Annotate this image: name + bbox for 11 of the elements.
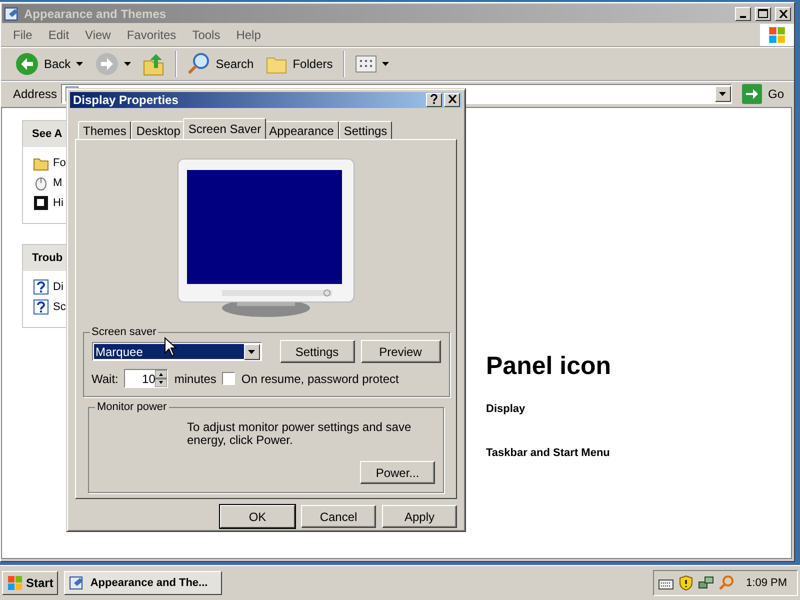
minutes-label: minutes bbox=[174, 372, 216, 386]
group-label: Screen saver bbox=[90, 326, 158, 338]
address-label: Address bbox=[13, 87, 58, 101]
dialog-title: Display Properties bbox=[72, 93, 180, 107]
window-title: Appearance and Themes bbox=[24, 6, 168, 20]
clock: 1:09 PM bbox=[746, 577, 787, 589]
power-description: To adjust monitor power settings and save energy, click Power. bbox=[187, 421, 412, 447]
checkbox-label: On resume, password protect bbox=[241, 372, 399, 386]
page-heading: Panel icon bbox=[486, 352, 612, 381]
wait-label: Wait: bbox=[92, 372, 118, 386]
group-label: Monitor power bbox=[96, 401, 168, 413]
